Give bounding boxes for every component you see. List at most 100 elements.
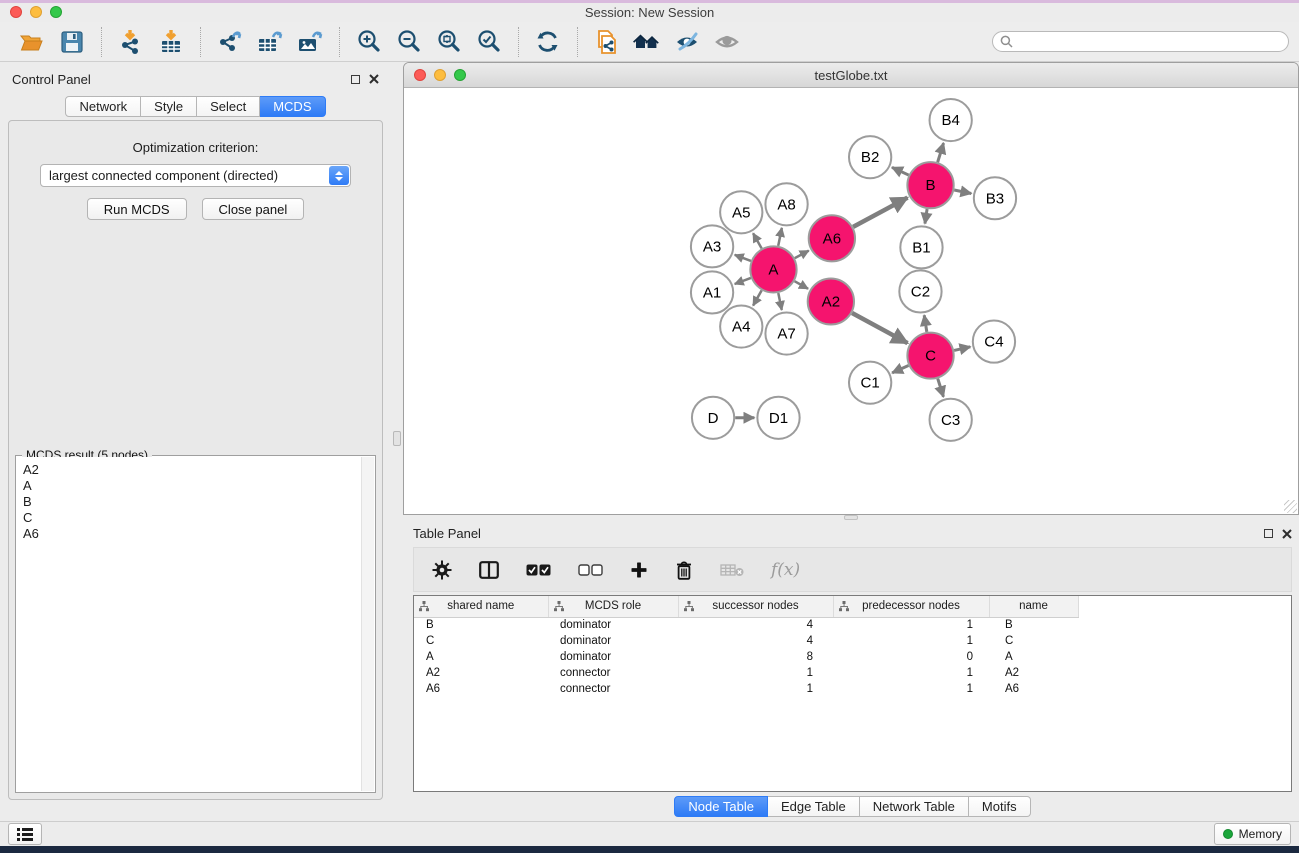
run-mcds-button[interactable]: Run MCDS	[87, 198, 187, 220]
graph-node-C1[interactable]: C1	[849, 362, 891, 404]
task-history-button[interactable]	[8, 823, 42, 845]
graph-edge-A-A7[interactable]	[778, 293, 781, 310]
graph-node-B2[interactable]: B2	[849, 136, 891, 178]
network-canvas[interactable]: B4B2BB3B1A5A8A6A3AA1A2C2A4A7C4CC1C3DD1	[404, 88, 1298, 514]
unselect-all-columns-button[interactable]	[578, 564, 603, 576]
add-column-button[interactable]	[630, 561, 648, 579]
close-panel-icon[interactable]	[369, 74, 379, 84]
column-header-shared-name[interactable]: shared name	[414, 596, 548, 617]
select-all-columns-button[interactable]	[526, 564, 551, 576]
import-table-button[interactable]	[155, 26, 187, 58]
column-header-predecessor-nodes[interactable]: predecessor nodes	[833, 596, 989, 617]
graph-edge-A-A1[interactable]	[735, 278, 751, 284]
graph-edge-A-A8[interactable]	[778, 228, 782, 246]
graph-node-C4[interactable]: C4	[973, 321, 1015, 363]
float-panel-icon[interactable]	[1264, 529, 1273, 538]
graph-edge-A6-B[interactable]	[853, 198, 907, 227]
graph-edge-B-B2[interactable]	[892, 167, 909, 175]
hide-graphics-details-button[interactable]	[671, 26, 703, 58]
graph-node-A2[interactable]: A2	[808, 278, 854, 324]
result-item[interactable]: A	[23, 478, 368, 494]
float-panel-icon[interactable]	[351, 75, 360, 84]
tab-motifs[interactable]: Motifs	[969, 796, 1031, 817]
network-window-titlebar[interactable]: testGlobe.txt	[404, 63, 1298, 88]
graph-edge-A-A6[interactable]	[795, 251, 809, 258]
graph-edge-C-C1[interactable]	[892, 366, 908, 373]
graph-node-C3[interactable]: C3	[930, 399, 972, 441]
graph-node-C2[interactable]: C2	[899, 270, 941, 312]
result-scrollbar[interactable]	[361, 457, 374, 791]
splitter-grip-icon[interactable]	[844, 515, 858, 520]
import-network-button[interactable]	[115, 26, 147, 58]
tab-network-table[interactable]: Network Table	[860, 796, 969, 817]
zoom-window-button[interactable]	[50, 6, 62, 18]
close-panel-icon[interactable]	[1282, 529, 1292, 539]
apply-layout-button[interactable]	[532, 26, 564, 58]
zoom-out-button[interactable]	[393, 26, 425, 58]
network-close-button[interactable]	[414, 69, 426, 81]
toggle-panel-columns-button[interactable]	[479, 561, 499, 579]
graph-node-A6[interactable]: A6	[809, 215, 855, 261]
open-file-button[interactable]	[16, 26, 48, 58]
graph-node-B4[interactable]: B4	[930, 99, 972, 141]
zoom-selected-button[interactable]	[473, 26, 505, 58]
graph-node-A3[interactable]: A3	[691, 225, 733, 267]
tab-node-table[interactable]: Node Table	[674, 796, 768, 817]
graph-node-B3[interactable]: B3	[974, 177, 1016, 219]
graph-edge-B-B3[interactable]	[954, 190, 971, 193]
search-input[interactable]	[1017, 34, 1281, 50]
graph-edge-A-A2[interactable]	[795, 281, 808, 289]
graph-node-D[interactable]: D	[692, 397, 734, 439]
zoom-fit-button[interactable]	[433, 26, 465, 58]
graph-node-C[interactable]: C	[907, 333, 953, 379]
criterion-dropdown[interactable]: largest connected component (directed)	[40, 164, 351, 187]
graph-edge-B-B4[interactable]	[938, 143, 944, 162]
tab-mcds[interactable]: MCDS	[260, 96, 325, 117]
tab-network[interactable]: Network	[65, 96, 141, 117]
new-network-from-selection-button[interactable]	[591, 26, 623, 58]
result-item[interactable]: C	[23, 510, 368, 526]
table-row[interactable]: A2connector11A2	[414, 665, 1291, 681]
home-view-button[interactable]	[631, 26, 663, 58]
panel-splitter-horizontal[interactable]	[403, 515, 1299, 520]
graph-node-A1[interactable]: A1	[691, 271, 733, 313]
graph-node-D1[interactable]: D1	[757, 397, 799, 439]
tab-edge-table[interactable]: Edge Table	[768, 796, 860, 817]
column-header-name[interactable]: name	[989, 596, 1078, 617]
graph-edge-C-C3[interactable]	[938, 379, 944, 397]
export-table-button[interactable]	[254, 26, 286, 58]
table-row[interactable]: Cdominator41C	[414, 633, 1291, 649]
tab-select[interactable]: Select	[197, 96, 260, 117]
delete-columns-button[interactable]	[675, 560, 693, 580]
result-item[interactable]: A6	[23, 526, 368, 542]
table-row[interactable]: A6connector11A6	[414, 681, 1291, 697]
column-header-successor-nodes[interactable]: successor nodes	[678, 596, 833, 617]
show-details-button[interactable]	[711, 26, 743, 58]
close-panel-button[interactable]: Close panel	[202, 198, 305, 220]
panel-splitter-vertical[interactable]	[391, 62, 403, 821]
graph-edge-A-A4[interactable]	[753, 290, 762, 305]
splitter-grip-icon[interactable]	[393, 431, 401, 446]
table-settings-button[interactable]	[432, 560, 452, 580]
graph-node-B[interactable]: B	[907, 162, 953, 208]
tab-style[interactable]: Style	[141, 96, 197, 117]
export-network-button[interactable]	[214, 26, 246, 58]
column-header-MCDS-role[interactable]: MCDS role	[548, 596, 678, 617]
table-row[interactable]: Adominator80A	[414, 649, 1291, 665]
memory-button[interactable]: Memory	[1214, 823, 1291, 845]
graph-edge-B-B1[interactable]	[925, 209, 927, 224]
graph-node-A[interactable]: A	[750, 246, 796, 292]
resize-corner-icon[interactable]	[1284, 500, 1297, 513]
graph-node-A5[interactable]: A5	[720, 191, 762, 233]
graph-node-A4[interactable]: A4	[720, 306, 762, 348]
graph-edge-A-A3[interactable]	[735, 255, 751, 261]
graph-node-A7[interactable]: A7	[765, 313, 807, 355]
graph-edge-C-C2[interactable]	[924, 315, 927, 332]
search-box[interactable]	[992, 31, 1289, 52]
network-zoom-button[interactable]	[454, 69, 466, 81]
graph-edge-A-A5[interactable]	[753, 233, 762, 248]
network-minimize-button[interactable]	[434, 69, 446, 81]
graph-edge-C-C4[interactable]	[954, 347, 970, 351]
zoom-in-button[interactable]	[353, 26, 385, 58]
export-image-button[interactable]	[294, 26, 326, 58]
